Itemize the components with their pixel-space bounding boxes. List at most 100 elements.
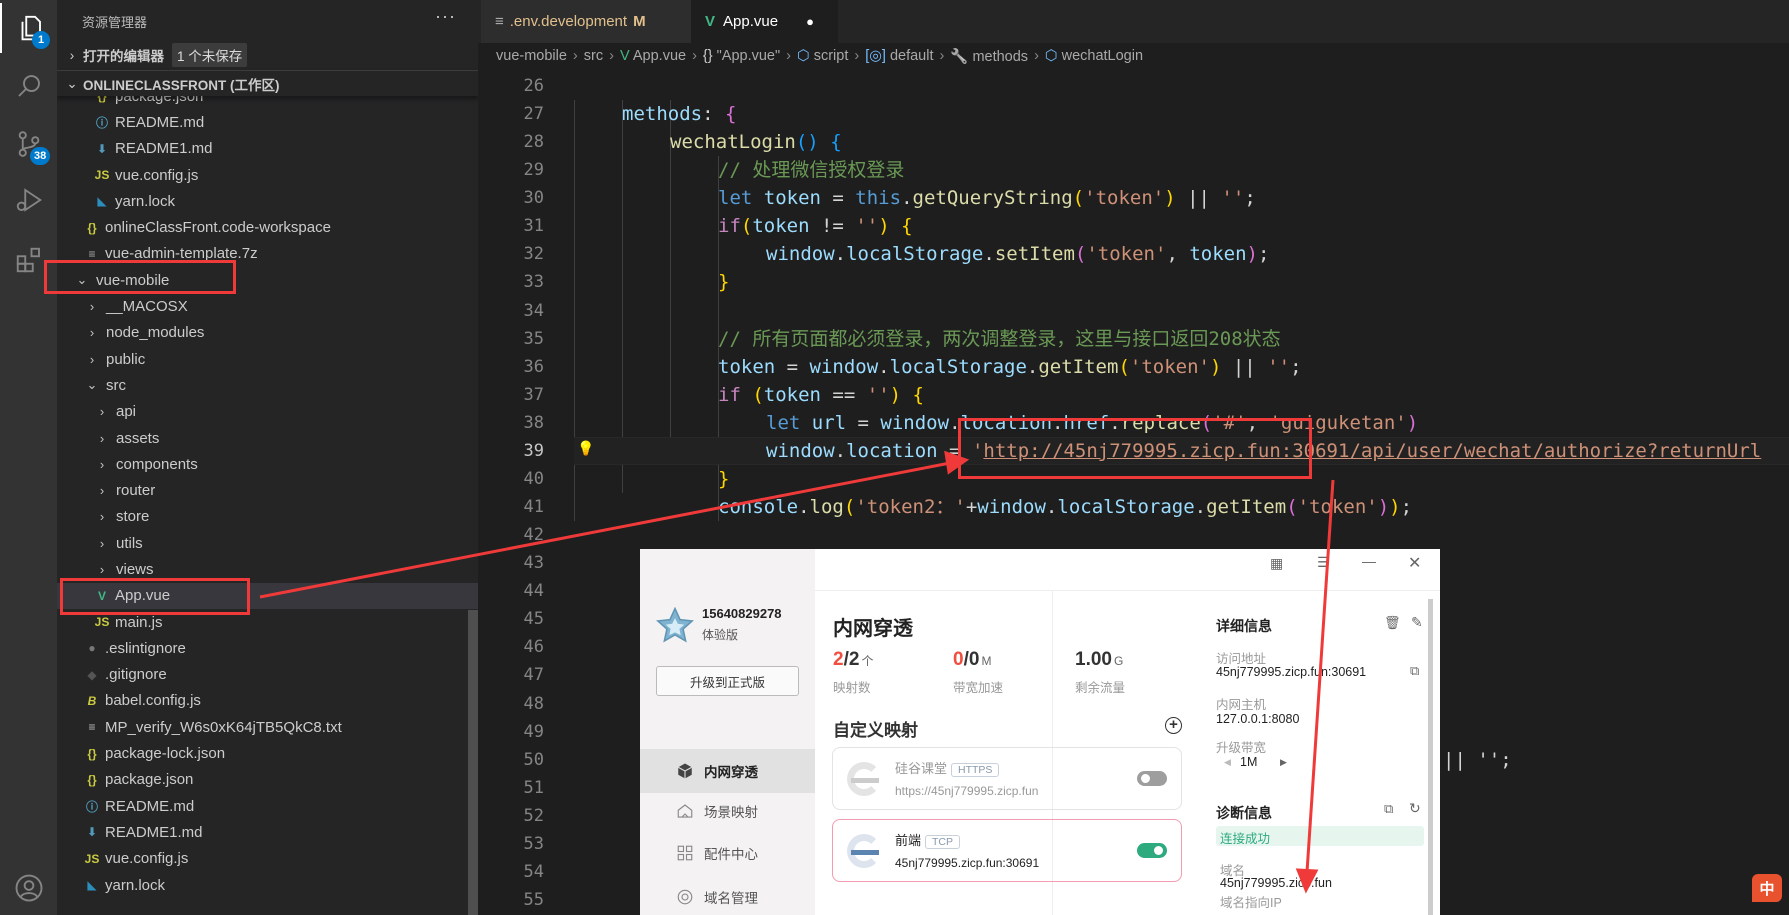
details-title: 详细信息 <box>1216 618 1272 634</box>
folder-item[interactable]: › __MACOSX <box>57 293 478 319</box>
mapping-card[interactable]: 硅谷课堂 HTTPS https://45nj779995.zicp.fun <box>832 747 1182 810</box>
line-number: 28 <box>523 132 544 153</box>
code-line[interactable]: methods: { <box>622 100 736 128</box>
file-item[interactable]: {} package-lock.json <box>57 740 478 766</box>
breadcrumb-item[interactable]: vue-mobile <box>496 48 567 64</box>
file-item[interactable]: ⓘ README.md <box>57 793 478 819</box>
folder-item[interactable]: › store <box>57 504 478 530</box>
code-line[interactable]: if (token == '') { <box>718 381 924 409</box>
file-item[interactable]: {} onlineClassFront.code-workspace <box>57 214 478 240</box>
edit-icon[interactable]: ✎ <box>1411 614 1423 631</box>
file-item[interactable]: JS vue.config.js <box>57 846 478 872</box>
file-item[interactable]: ◣ yarn.lock <box>57 872 478 898</box>
code-token: || <box>1221 355 1268 378</box>
qr-code-icon[interactable]: ▦ <box>1270 555 1283 572</box>
file-item[interactable]: ● .eslintignore <box>57 635 478 661</box>
code-token: window <box>880 411 950 434</box>
upgrade-button[interactable]: 升级到正式版 <box>656 666 799 696</box>
mapping-card[interactable]: 前端 TCP 45nj779995.zicp.fun:30691 <box>832 819 1182 882</box>
code-line[interactable]: if(token != '') { <box>718 212 913 240</box>
code-token: ( <box>1074 243 1087 266</box>
file-item[interactable]: ⓘ README.md <box>57 109 478 135</box>
code-line[interactable]: window.localStorage.setItem('token', tok… <box>766 240 1269 268</box>
copy-icon[interactable]: ⧉ <box>1410 663 1419 679</box>
file-item[interactable]: ⬇ README1.md <box>57 136 478 162</box>
folder-item[interactable]: › public <box>57 346 478 372</box>
code-line[interactable]: token = window.localStorage.getItem('tok… <box>718 353 1302 381</box>
app-nav-item[interactable]: 配件中心 <box>640 831 815 875</box>
lightbulb-icon[interactable]: 💡 <box>577 440 594 457</box>
run-debug-button[interactable] <box>0 175 57 225</box>
protocol-badge: HTTPS <box>951 762 1000 777</box>
stat-total: /2 <box>843 649 860 670</box>
file-item[interactable]: ⬇ README1.md <box>57 819 478 845</box>
tab-app-vue[interactable]: V App.vue ● <box>691 0 838 43</box>
folder-item[interactable]: ⌄ src <box>57 372 478 398</box>
ime-indicator[interactable]: 中 <box>1752 874 1782 902</box>
code-line[interactable]: // 所有页面都必须登录，两次调整登录，这里与接口返回208状态 <box>718 325 1281 353</box>
close-icon[interactable]: ✕ <box>1408 553 1421 573</box>
minimize-icon[interactable]: — <box>1362 553 1376 569</box>
sidebar-scrollbar[interactable] <box>468 610 478 915</box>
refresh-icon[interactable]: ↻ <box>1409 800 1421 817</box>
breadcrumb-item[interactable]: [◎] default <box>865 48 933 64</box>
details-scrollbar[interactable] <box>1428 599 1433 915</box>
breadcrumb-item[interactable]: ⬡ script <box>797 48 848 64</box>
open-editors-section[interactable]: › 打开的编辑器 1 个未保存 <box>57 42 478 68</box>
breadcrumb-item[interactable]: V App.vue <box>620 48 686 64</box>
app-nav-item[interactable]: 域名管理 <box>640 875 815 915</box>
host-value: 127.0.0.1:8080 <box>1216 712 1300 726</box>
app-nav-item[interactable]: 场景映射 <box>640 789 815 833</box>
breadcrumb-item[interactable]: src <box>584 48 603 64</box>
stat-used: 0 <box>953 649 964 670</box>
add-mapping-icon[interactable]: + <box>1165 717 1182 734</box>
explorer-button[interactable]: 1 <box>0 3 57 53</box>
code-line[interactable]: wechatLogin() { <box>670 128 842 156</box>
code-line[interactable]: // 处理微信授权登录 <box>718 156 904 184</box>
source-control-button[interactable]: 38 <box>0 119 57 169</box>
folder-item[interactable]: › api <box>57 399 478 425</box>
file-item[interactable]: JS vue.config.js <box>57 162 478 188</box>
code-line[interactable]: } <box>718 465 729 493</box>
code-token: localStorage <box>846 243 984 266</box>
folder-item[interactable]: › assets <box>57 425 478 451</box>
breadcrumb: vue-mobile › src › V App.vue › {} "App.vue" › ⬡ … <box>478 43 1789 69</box>
tab-env-development[interactable]: ≡ .env.development M <box>481 0 691 43</box>
folder-item[interactable]: › node_modules <box>57 320 478 346</box>
account-button[interactable] <box>0 863 57 913</box>
code-line[interactable]: console.log('token2：'+window.localStorag… <box>718 493 1412 521</box>
file-item[interactable]: {} package.json <box>57 767 478 793</box>
line-number: 38 <box>523 412 544 433</box>
code-line[interactable]: } <box>718 268 729 296</box>
file-item[interactable]: ◆ .gitignore <box>57 662 478 688</box>
mapping-toggle[interactable] <box>1137 843 1167 858</box>
breadcrumb-item[interactable]: 🔧 methods <box>950 48 1028 65</box>
breadcrumb-item[interactable]: {} "App.vue" <box>703 48 780 64</box>
workspace-section[interactable]: ⌄ ONLINECLASSFRONT (工作区) <box>57 70 478 96</box>
code-token: getItem <box>1206 496 1287 519</box>
app-nav-item[interactable]: 内网穿透 <box>640 749 815 793</box>
file-item[interactable]: ◣ yarn.lock <box>57 188 478 214</box>
code-line[interactable]: let token = this.getQueryString('token')… <box>718 184 1256 212</box>
line-number: 30 <box>523 188 544 209</box>
folder-item[interactable]: › router <box>57 477 478 503</box>
item-label: components <box>116 455 198 473</box>
more-actions-button[interactable]: ··· <box>435 6 456 27</box>
folder-item[interactable]: › components <box>57 451 478 477</box>
code-token: // 所有页面都必须登录，两次调整登录，这里与接口返回208状态 <box>718 327 1281 350</box>
code-line-fragment[interactable]: || ''; <box>1443 746 1512 774</box>
app-nav-label: 内网穿透 <box>704 765 758 780</box>
search-button[interactable] <box>0 61 57 111</box>
mapping-toggle[interactable] <box>1137 771 1167 786</box>
copy-icon[interactable]: ⧉ <box>1384 801 1393 817</box>
file-item[interactable]: ≡ MP_verify_W6s0xK64jTB5QkC8.txt <box>57 714 478 740</box>
unsaved-dot-icon[interactable]: ● <box>806 14 814 29</box>
menu-icon[interactable]: ☰ <box>1317 554 1330 571</box>
folder-item[interactable]: › utils <box>57 530 478 556</box>
increase-bandwidth-icon[interactable]: ▶ <box>1280 757 1287 768</box>
decrease-bandwidth-icon[interactable]: ◀ <box>1224 757 1231 768</box>
header-divider <box>815 590 1440 591</box>
file-item[interactable]: Bbabel.config.js <box>57 688 478 714</box>
trash-icon[interactable]: 🗑 <box>1384 615 1401 631</box>
breadcrumb-item[interactable]: ⬡ wechatLogin <box>1045 48 1143 64</box>
